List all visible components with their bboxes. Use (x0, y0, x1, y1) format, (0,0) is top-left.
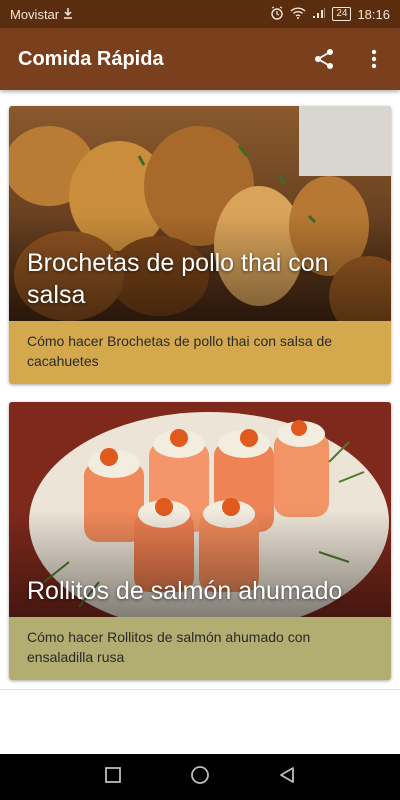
recipe-card[interactable]: Rollitos de salmón ahumado Cómo hacer Ro… (9, 402, 391, 680)
recipe-card[interactable]: Brochetas de pollo thai con salsa Cómo h… (9, 106, 391, 384)
alarm-icon (270, 5, 284, 23)
recipe-description: Cómo hacer Brochetas de pollo thai con s… (9, 321, 391, 384)
navigation-bar (0, 754, 400, 800)
status-right: 24 18:16 (270, 5, 390, 23)
app-bar: Comida Rápida (0, 28, 400, 90)
time-label: 18:16 (357, 6, 390, 22)
recipe-title: Rollitos de salmón ahumado (27, 577, 343, 605)
app-actions (310, 45, 388, 73)
battery-indicator: 24 (332, 7, 352, 21)
app-title: Comida Rápida (18, 47, 164, 70)
share-icon[interactable] (310, 45, 338, 73)
recipe-description: Cómo hacer Rollitos de salmón ahumado co… (9, 617, 391, 680)
status-bar: Movistar 24 18:16 (0, 0, 400, 28)
back-icon[interactable] (278, 766, 296, 789)
recipe-list: Brochetas de pollo thai con salsa Cómo h… (0, 90, 400, 690)
recipe-image: Brochetas de pollo thai con salsa (9, 106, 391, 321)
recents-icon[interactable] (104, 766, 122, 789)
list-divider (0, 689, 400, 690)
recipe-title: Brochetas de pollo thai con salsa (27, 249, 329, 309)
carrier-label: Movistar (10, 6, 60, 22)
home-icon[interactable] (190, 765, 210, 790)
status-left: Movistar (10, 7, 73, 22)
signal-icon (312, 7, 326, 22)
more-vert-icon[interactable] (360, 45, 388, 73)
recipe-image: Rollitos de salmón ahumado (9, 402, 391, 617)
wifi-icon (290, 6, 306, 22)
download-icon (63, 7, 73, 22)
